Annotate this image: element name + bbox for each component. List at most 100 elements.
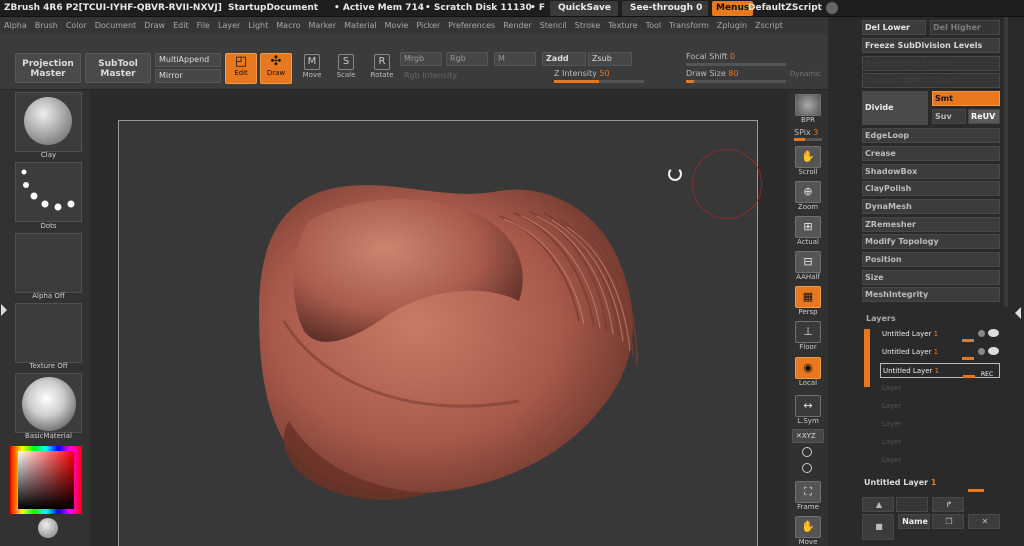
eye-icon[interactable] (988, 329, 999, 337)
menu-material[interactable]: Material (340, 17, 381, 34)
layer-merge-button[interactable]: ↱ (932, 497, 964, 512)
menu-alpha[interactable]: Alpha (0, 17, 31, 34)
divide-button[interactable]: Divide (862, 91, 928, 125)
menu-zplugin[interactable]: Zplugin (713, 17, 751, 34)
reconstruct-subdiv-button[interactable]: Reconstruct Subdiv (862, 56, 1000, 71)
m-button[interactable]: M (494, 52, 536, 66)
layer-dot-icon[interactable] (978, 348, 985, 355)
menu-transform[interactable]: Transform (665, 17, 713, 34)
texture-selector[interactable] (15, 303, 82, 363)
menu-color[interactable]: Color (62, 17, 91, 34)
menu-preferences[interactable]: Preferences (444, 17, 499, 34)
z-intensity-track[interactable] (554, 80, 644, 83)
reuv-button[interactable]: ReUV (968, 109, 1000, 124)
scroll-button[interactable]: ✋ Scroll (791, 146, 825, 178)
del-higher-button[interactable]: Del Higher (930, 20, 1000, 35)
draw-size-slider[interactable]: Draw Size 80 (686, 69, 739, 78)
layer-dot-icon[interactable] (978, 330, 985, 337)
claypolish-section[interactable]: ClayPolish (862, 181, 1000, 196)
floor-button[interactable]: ⊥ Floor (791, 321, 825, 353)
menu-stroke[interactable]: Stroke (571, 17, 605, 34)
menu-marker[interactable]: Marker (304, 17, 340, 34)
menu-light[interactable]: Light (244, 17, 272, 34)
default-zscript-button[interactable]: DefaultZScript (748, 0, 822, 16)
layer-duplicate-button[interactable]: ❐ (932, 514, 964, 529)
dynamic-button[interactable]: Dynamic (790, 70, 821, 78)
menu-tool[interactable]: Tool (642, 17, 666, 34)
aahalf-button[interactable]: ⊟ AAHalf (791, 251, 825, 283)
menu-picker[interactable]: Picker (412, 17, 444, 34)
focal-shift-track[interactable] (686, 63, 786, 66)
layer-row[interactable]: Untitled Layer 1 (880, 345, 1000, 360)
spix-slider[interactable]: SPix 3 (794, 128, 818, 137)
secondary-color-swatch[interactable] (38, 518, 58, 538)
spix-track[interactable] (794, 138, 822, 141)
see-through-slider[interactable]: See-through 0 (622, 1, 708, 16)
rgb-intensity-slider[interactable]: Rgb Intensity (404, 71, 457, 80)
smt-toggle[interactable]: Smt (932, 91, 1000, 106)
crease-section[interactable]: Crease (862, 146, 1000, 161)
quicksave-button[interactable]: QuickSave (550, 1, 618, 16)
layer-new-button[interactable]: ■ (862, 514, 894, 540)
subtool-master-button[interactable]: SubTool Master (85, 53, 151, 83)
menu-layer[interactable]: Layer (214, 17, 244, 34)
freeze-subdivision-button[interactable]: Freeze SubDivision Levels (862, 38, 1000, 53)
help-icon[interactable] (826, 2, 838, 14)
layer-down-button[interactable] (896, 497, 928, 512)
menu-stencil[interactable]: Stencil (536, 17, 571, 34)
edgeloop-section[interactable]: EdgeLoop (862, 128, 1000, 143)
zsub-button[interactable]: Zsub (588, 52, 632, 66)
layer-row-active[interactable]: Untitled Layer 1 REC (880, 363, 1000, 378)
z-intensity-slider[interactable]: Z Intensity 50 (554, 69, 610, 78)
del-lower-button[interactable]: Del Lower (862, 20, 926, 35)
menu-edit[interactable]: Edit (169, 17, 193, 34)
layer-slider-fill[interactable] (962, 357, 974, 360)
size-section[interactable]: Size (862, 270, 1000, 285)
modify-topology-section[interactable]: Modify Topology (862, 234, 1000, 249)
menu-file[interactable]: File (193, 17, 214, 34)
local-button[interactable]: ◉ Local (791, 357, 825, 389)
layer-intensity-slider[interactable] (968, 489, 984, 492)
tool-palette-scrollbar[interactable] (1004, 17, 1008, 307)
rec-button[interactable]: REC (981, 368, 993, 382)
meshintegrity-section[interactable]: MeshIntegrity (862, 287, 1000, 302)
draw-size-track[interactable] (686, 80, 786, 83)
left-shelf-arrow-icon[interactable] (1, 304, 7, 316)
layer-up-button[interactable]: ▲ (862, 497, 894, 512)
edit-button[interactable]: ◰ Edit (225, 53, 257, 84)
move-view-button[interactable]: ✋ Move (791, 516, 825, 546)
rotate-y-icon[interactable] (802, 447, 812, 457)
move-button[interactable]: M Move (298, 54, 326, 84)
lsym-button[interactable]: ↔ L.Sym (791, 395, 825, 427)
frame-button[interactable]: ⛶ Frame (791, 481, 825, 513)
zadd-button[interactable]: Zadd (542, 52, 586, 66)
menu-movie[interactable]: Movie (381, 17, 413, 34)
scale-button[interactable]: S Scale (332, 54, 360, 84)
layer-row[interactable]: Untitled Layer 1 (880, 327, 1000, 342)
layer-name-button[interactable]: Name (898, 514, 930, 529)
convert-bpr-button[interactable]: Convert BPR To Geo (862, 73, 1000, 88)
right-panel-arrow-icon[interactable] (1015, 307, 1021, 319)
multiappend-button[interactable]: MultiAppend (155, 53, 221, 67)
zoom-button[interactable]: ⊕ Zoom (791, 181, 825, 213)
dynamesh-section[interactable]: DynaMesh (862, 199, 1000, 214)
menu-draw[interactable]: Draw (140, 17, 169, 34)
alpha-selector[interactable] (15, 233, 82, 293)
xyz-button[interactable]: ✕XYZ (792, 429, 824, 443)
layers-header[interactable]: Layers (866, 314, 896, 323)
rgb-button[interactable]: Rgb (446, 52, 488, 66)
rotate-z-icon[interactable] (802, 463, 812, 473)
eye-icon[interactable] (988, 347, 999, 355)
sculpted-model[interactable] (119, 121, 759, 546)
menu-macro[interactable]: Macro (272, 17, 304, 34)
actual-button[interactable]: ⊞ Actual (791, 216, 825, 248)
color-picker[interactable] (10, 446, 82, 514)
canvas-document[interactable] (118, 120, 762, 546)
menu-texture[interactable]: Texture (604, 17, 641, 34)
brush-selector[interactable] (15, 92, 82, 152)
stroke-selector[interactable] (15, 162, 82, 222)
draw-button[interactable]: ✣ Draw (260, 53, 292, 84)
focal-shift-slider[interactable]: Focal Shift 0 (686, 52, 735, 61)
menu-render[interactable]: Render (499, 17, 535, 34)
mrgb-button[interactable]: Mrgb (400, 52, 442, 66)
